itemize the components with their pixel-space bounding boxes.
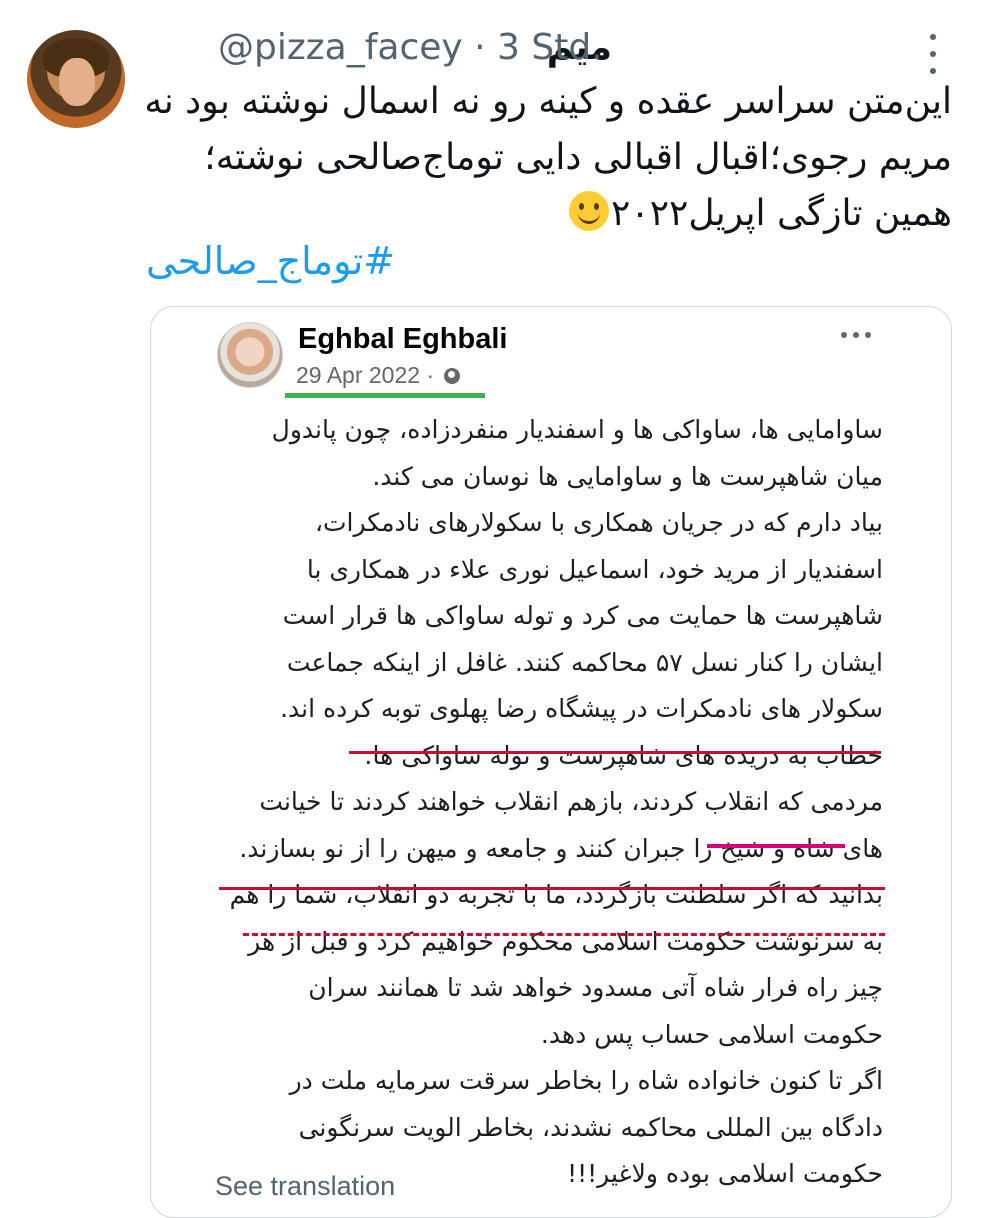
tweet-text-line: همین تازگی اپریل۲۰۲۲	[611, 193, 952, 234]
red-dashed-underline-mark	[243, 933, 885, 936]
tweet-text-line: مریم رجوی؛اقبال اقبالی دایی توماج‌صالحی …	[204, 137, 952, 178]
green-underline-mark	[285, 393, 485, 398]
post-body: ساوامایی ها، ساواکی ها و اسفندیار منفردز…	[203, 407, 883, 1198]
meta-separator: ·	[474, 27, 486, 68]
post-author-avatar[interactable]	[217, 322, 283, 388]
post-line: شاهپرست ها حمایت می کرد و توله ساواکی ها…	[282, 601, 883, 630]
post-line: اسفندیار از مرید خود، اسماعیل نوری علاء …	[306, 554, 883, 584]
tweet-text: این‌متن سراسر عقده و کینه رو نه اسمال نو…	[132, 74, 952, 242]
post-line: ایشان را کنار نسل ۵۷ محاکمه کنند. غافل ا…	[286, 647, 883, 677]
post-line: بیاد دارم که در جریان همکاری با سکولارها…	[314, 508, 883, 537]
post-line: بدانید که اگر سلطنت بازگردد، ما با تجربه…	[229, 880, 883, 909]
post-author-name[interactable]: Eghbal Eghbali	[298, 321, 507, 357]
red-underline-mark	[219, 887, 885, 890]
author-avatar[interactable]	[27, 30, 125, 128]
post-line: اگر تا کنون خانواده شاه را بخاطر سرقت سر…	[289, 1066, 883, 1095]
slightly-smiling-face-icon	[569, 191, 610, 231]
globe-icon	[443, 368, 460, 384]
avatar-face	[59, 58, 95, 106]
post-line: خطاب به دریده های شاهپرست و توله ساواکی …	[364, 740, 883, 770]
post-line: میان شاهپرست ها و ساوامایی ها نوسان می ک…	[372, 461, 883, 491]
tweet-text-line: این‌متن سراسر عقده و کینه رو نه اسمال نو…	[144, 81, 952, 122]
post-line: مردمی که انقلاب کردند، بازهم انقلاب خواه…	[259, 787, 883, 816]
post-line: سکولار های نادمکرات در پیشگاه رضا پهلوی …	[280, 694, 883, 723]
post-line: دادگاه بین المللی محاکمه نشدند، بخاطر ال…	[298, 1112, 883, 1142]
more-options-icon[interactable]	[926, 34, 940, 74]
post-line: های شاه و شیخ را جبران کنند و جامعه و می…	[239, 833, 883, 863]
tweet-time[interactable]: 3 Std.	[497, 27, 603, 68]
top-strip	[0, 0, 982, 10]
handle-meta: @pizza_facey · 3 Std.	[218, 26, 603, 70]
see-translation-link[interactable]: See translation	[215, 1169, 395, 1203]
post-date: 29 Apr 2022 ·	[296, 361, 460, 389]
post-line: ساوامایی ها، ساواکی ها و اسفندیار منفردز…	[271, 415, 883, 444]
red-underline-mark	[349, 751, 881, 754]
handle[interactable]: @pizza_facey	[218, 27, 463, 68]
embedded-post-card[interactable]: Eghbal Eghbali 29 Apr 2022 · ساوامایی ها…	[150, 306, 952, 1218]
post-line: چیز راه فرار شاه آتی مسدود خواهد شد تا ه…	[308, 973, 883, 1002]
pink-underline-mark	[707, 844, 845, 848]
post-more-options-icon[interactable]	[841, 331, 871, 339]
post-line: به سرنوشت حکومت اسلامی محکوم خواهیم کرد …	[248, 926, 883, 956]
hashtag-link[interactable]: #توماج_صالحی	[146, 236, 395, 286]
post-date-text[interactable]: 29 Apr 2022 ·	[296, 362, 434, 388]
post-line: حکومت اسلامی حساب پس دهد.	[540, 1019, 883, 1049]
tweet-text-line-last: همین تازگی اپریل۲۰۲۲	[132, 186, 952, 242]
